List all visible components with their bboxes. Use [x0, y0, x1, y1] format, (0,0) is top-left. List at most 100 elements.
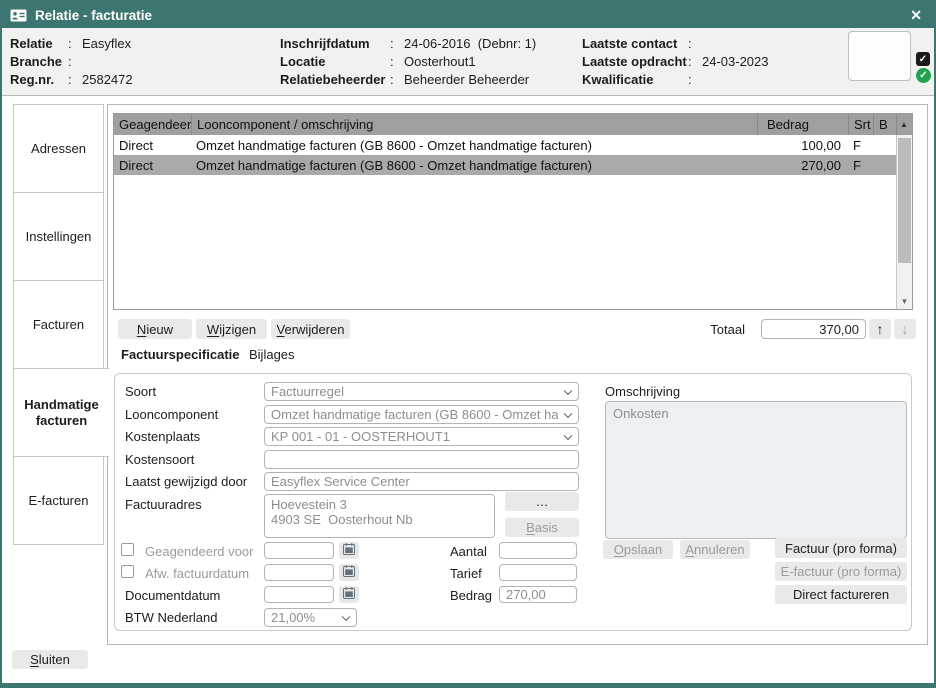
sidebar-tab-instellingen[interactable]: Instellingen	[13, 192, 104, 281]
adres-more-button[interactable]: …	[505, 492, 579, 511]
chevron-down-icon	[564, 431, 572, 439]
chevron-down-icon	[342, 612, 350, 620]
geagendeerd-voor-date-input[interactable]	[264, 542, 334, 559]
scroll-up-icon[interactable]: ▲	[896, 114, 912, 135]
window-title: Relatie - facturatie	[35, 8, 152, 23]
kostenplaats-label: Kostenplaats	[125, 427, 200, 446]
invoice-lines-table: Geagendeerd Looncomponent / omschrijving…	[113, 113, 913, 310]
column-b: B	[873, 114, 896, 135]
soort-select[interactable]: Factuurregel	[264, 382, 579, 401]
omschrijving-textarea[interactable]: Onkosten	[605, 401, 907, 539]
row-up-button[interactable]: ↑	[869, 319, 891, 339]
check-icon: ✓	[919, 70, 927, 81]
basis-button[interactable]: Basis	[505, 518, 579, 537]
documentdatum-input[interactable]	[264, 586, 334, 603]
titlebar: Relatie - facturatie ✕	[2, 2, 934, 28]
manual-invoices-panel: Geagendeerd Looncomponent / omschrijving…	[107, 104, 928, 645]
header-field-relatie: Relatie:Easyflex	[10, 34, 133, 52]
kostensoort-label: Kostensoort	[125, 450, 194, 469]
arrow-down-icon: ↓	[902, 321, 909, 337]
chevron-down-icon	[564, 409, 572, 417]
scroll-thumb[interactable]	[898, 138, 911, 263]
factuuradres-label: Factuuradres	[125, 495, 202, 514]
header-field-kwalificatie: Kwalificatie:	[582, 70, 769, 88]
factuur-proforma-button[interactable]: Factuur (pro forma)	[775, 538, 907, 558]
calendar-icon	[343, 565, 355, 580]
bedrag-label: Bedrag	[450, 586, 492, 605]
wijzigen-button[interactable]: Wijzigen	[196, 319, 267, 339]
afw-factuurdatum-checkbox[interactable]	[121, 565, 134, 578]
opslaan-button[interactable]: Opslaan	[603, 540, 673, 559]
sidebar-tab-adressen[interactable]: Adressen	[13, 104, 104, 193]
cell-geagendeerd: Direct	[114, 138, 191, 153]
afw-factuurdatum-calendar-button[interactable]	[339, 564, 359, 581]
header-field-regnr: Reg.nr.:2582472	[10, 70, 133, 88]
nieuw-button[interactable]: Nieuw	[118, 319, 192, 339]
sidebar-tab-handmatige-facturen[interactable]: Handmatige facturen	[13, 368, 109, 457]
header-field-laatste-opdracht: Laatste opdracht:24-03-2023	[582, 52, 769, 70]
direct-factureren-button[interactable]: Direct factureren	[775, 585, 907, 604]
omschrijving-label: Omschrijving	[605, 382, 680, 401]
status-ok-icon: ✓	[916, 68, 931, 83]
tab-factuurspecificatie[interactable]: Factuurspecificatie	[121, 345, 240, 363]
totaal-input[interactable]	[761, 319, 866, 339]
aantal-input[interactable]	[499, 542, 577, 559]
sidebar-tab-e-facturen[interactable]: E-facturen	[13, 456, 104, 545]
geagendeerd-voor-checkbox[interactable]	[121, 543, 134, 556]
sluiten-button[interactable]: Sluiten	[12, 650, 88, 669]
relatie-facturatie-window: Relatie - facturatie ✕ Relatie:Easyflex …	[0, 0, 936, 688]
soort-label: Soort	[125, 382, 156, 401]
table-row[interactable]: Direct Omzet handmatige facturen (GB 860…	[114, 135, 896, 155]
bedrag-input[interactable]	[499, 586, 577, 603]
sidebar-tab-facturen[interactable]: Facturen	[13, 280, 104, 369]
tab-bijlages[interactable]: Bijlages	[249, 345, 295, 363]
geagendeerd-voor-calendar-button[interactable]	[339, 542, 359, 559]
annuleren-button[interactable]: Annuleren	[680, 540, 750, 559]
header-field-laatste-contact: Laatste contact:	[582, 34, 769, 52]
documentdatum-calendar-button[interactable]	[339, 586, 359, 603]
header-field-branche: Branche:	[10, 52, 133, 70]
looncomponent-select[interactable]: Omzet handmatige facturen (GB 8600 - Omz…	[264, 405, 579, 424]
kostensoort-input[interactable]	[264, 450, 579, 469]
geagendeerd-voor-label: Geagendeerd voor	[145, 542, 253, 561]
header-field-relatiebeheerder: Relatiebeheerder:Beheerder Beheerder	[280, 70, 536, 88]
column-geagendeerd: Geagendeerd	[114, 114, 191, 135]
table-row[interactable]: Direct Omzet handmatige facturen (GB 860…	[114, 155, 896, 175]
laatst-gewijzigd-door-label: Laatst gewijzigd door	[125, 472, 247, 491]
ellipsis-icon: …	[536, 494, 549, 509]
cell-omschrijving: Omzet handmatige facturen (GB 8600 - Omz…	[191, 158, 757, 173]
cell-omschrijving: Omzet handmatige facturen (GB 8600 - Omz…	[191, 138, 757, 153]
factuurspecificatie-form: Soort Looncomponent Kostenplaats Kostens…	[114, 373, 912, 631]
photo-placeholder	[848, 31, 911, 81]
table-header-row: Geagendeerd Looncomponent / omschrijving…	[114, 114, 912, 135]
contact-card-icon	[10, 9, 27, 22]
calendar-icon	[343, 587, 355, 602]
check-icon: ✓	[919, 54, 927, 65]
cell-bedrag: 270,00	[757, 158, 848, 173]
efactuur-proforma-button[interactable]: E-factuur (pro forma)	[775, 562, 907, 581]
approved-checkbox[interactable]: ✓	[916, 52, 930, 66]
close-icon[interactable]: ✕	[910, 7, 922, 24]
cell-bedrag: 100,00	[757, 138, 848, 153]
totaal-label: Totaal	[683, 322, 745, 337]
tarief-input[interactable]	[499, 564, 577, 581]
kostenplaats-select[interactable]: KP 001 - 01 - OOSTERHOUT1	[264, 427, 579, 446]
vertical-scrollbar[interactable]: ▲ ▼	[896, 135, 912, 309]
chevron-down-icon	[564, 386, 572, 394]
factuuradres-box[interactable]: Hoevestein 3 4903 SE Oosterhout Nb	[264, 494, 495, 538]
cell-srt: F	[848, 138, 873, 153]
row-down-button[interactable]: ↓	[894, 319, 916, 339]
aantal-label: Aantal	[450, 542, 487, 561]
verwijderen-button[interactable]: Verwijderen	[271, 319, 350, 339]
cell-geagendeerd: Direct	[114, 158, 191, 173]
column-bedrag: Bedrag	[757, 114, 848, 135]
btw-label: BTW Nederland	[125, 608, 217, 627]
afw-factuurdatum-date-input[interactable]	[264, 564, 334, 581]
btw-select[interactable]: 21,00%	[264, 608, 357, 627]
calendar-icon	[343, 543, 355, 558]
laatst-gewijzigd-door-input[interactable]	[264, 472, 579, 491]
scroll-down-icon[interactable]: ▼	[897, 294, 912, 309]
arrow-up-icon: ↑	[877, 321, 884, 337]
header-field-locatie: Locatie:Oosterhout1	[280, 52, 536, 70]
column-omschrijving: Looncomponent / omschrijving	[191, 114, 757, 135]
